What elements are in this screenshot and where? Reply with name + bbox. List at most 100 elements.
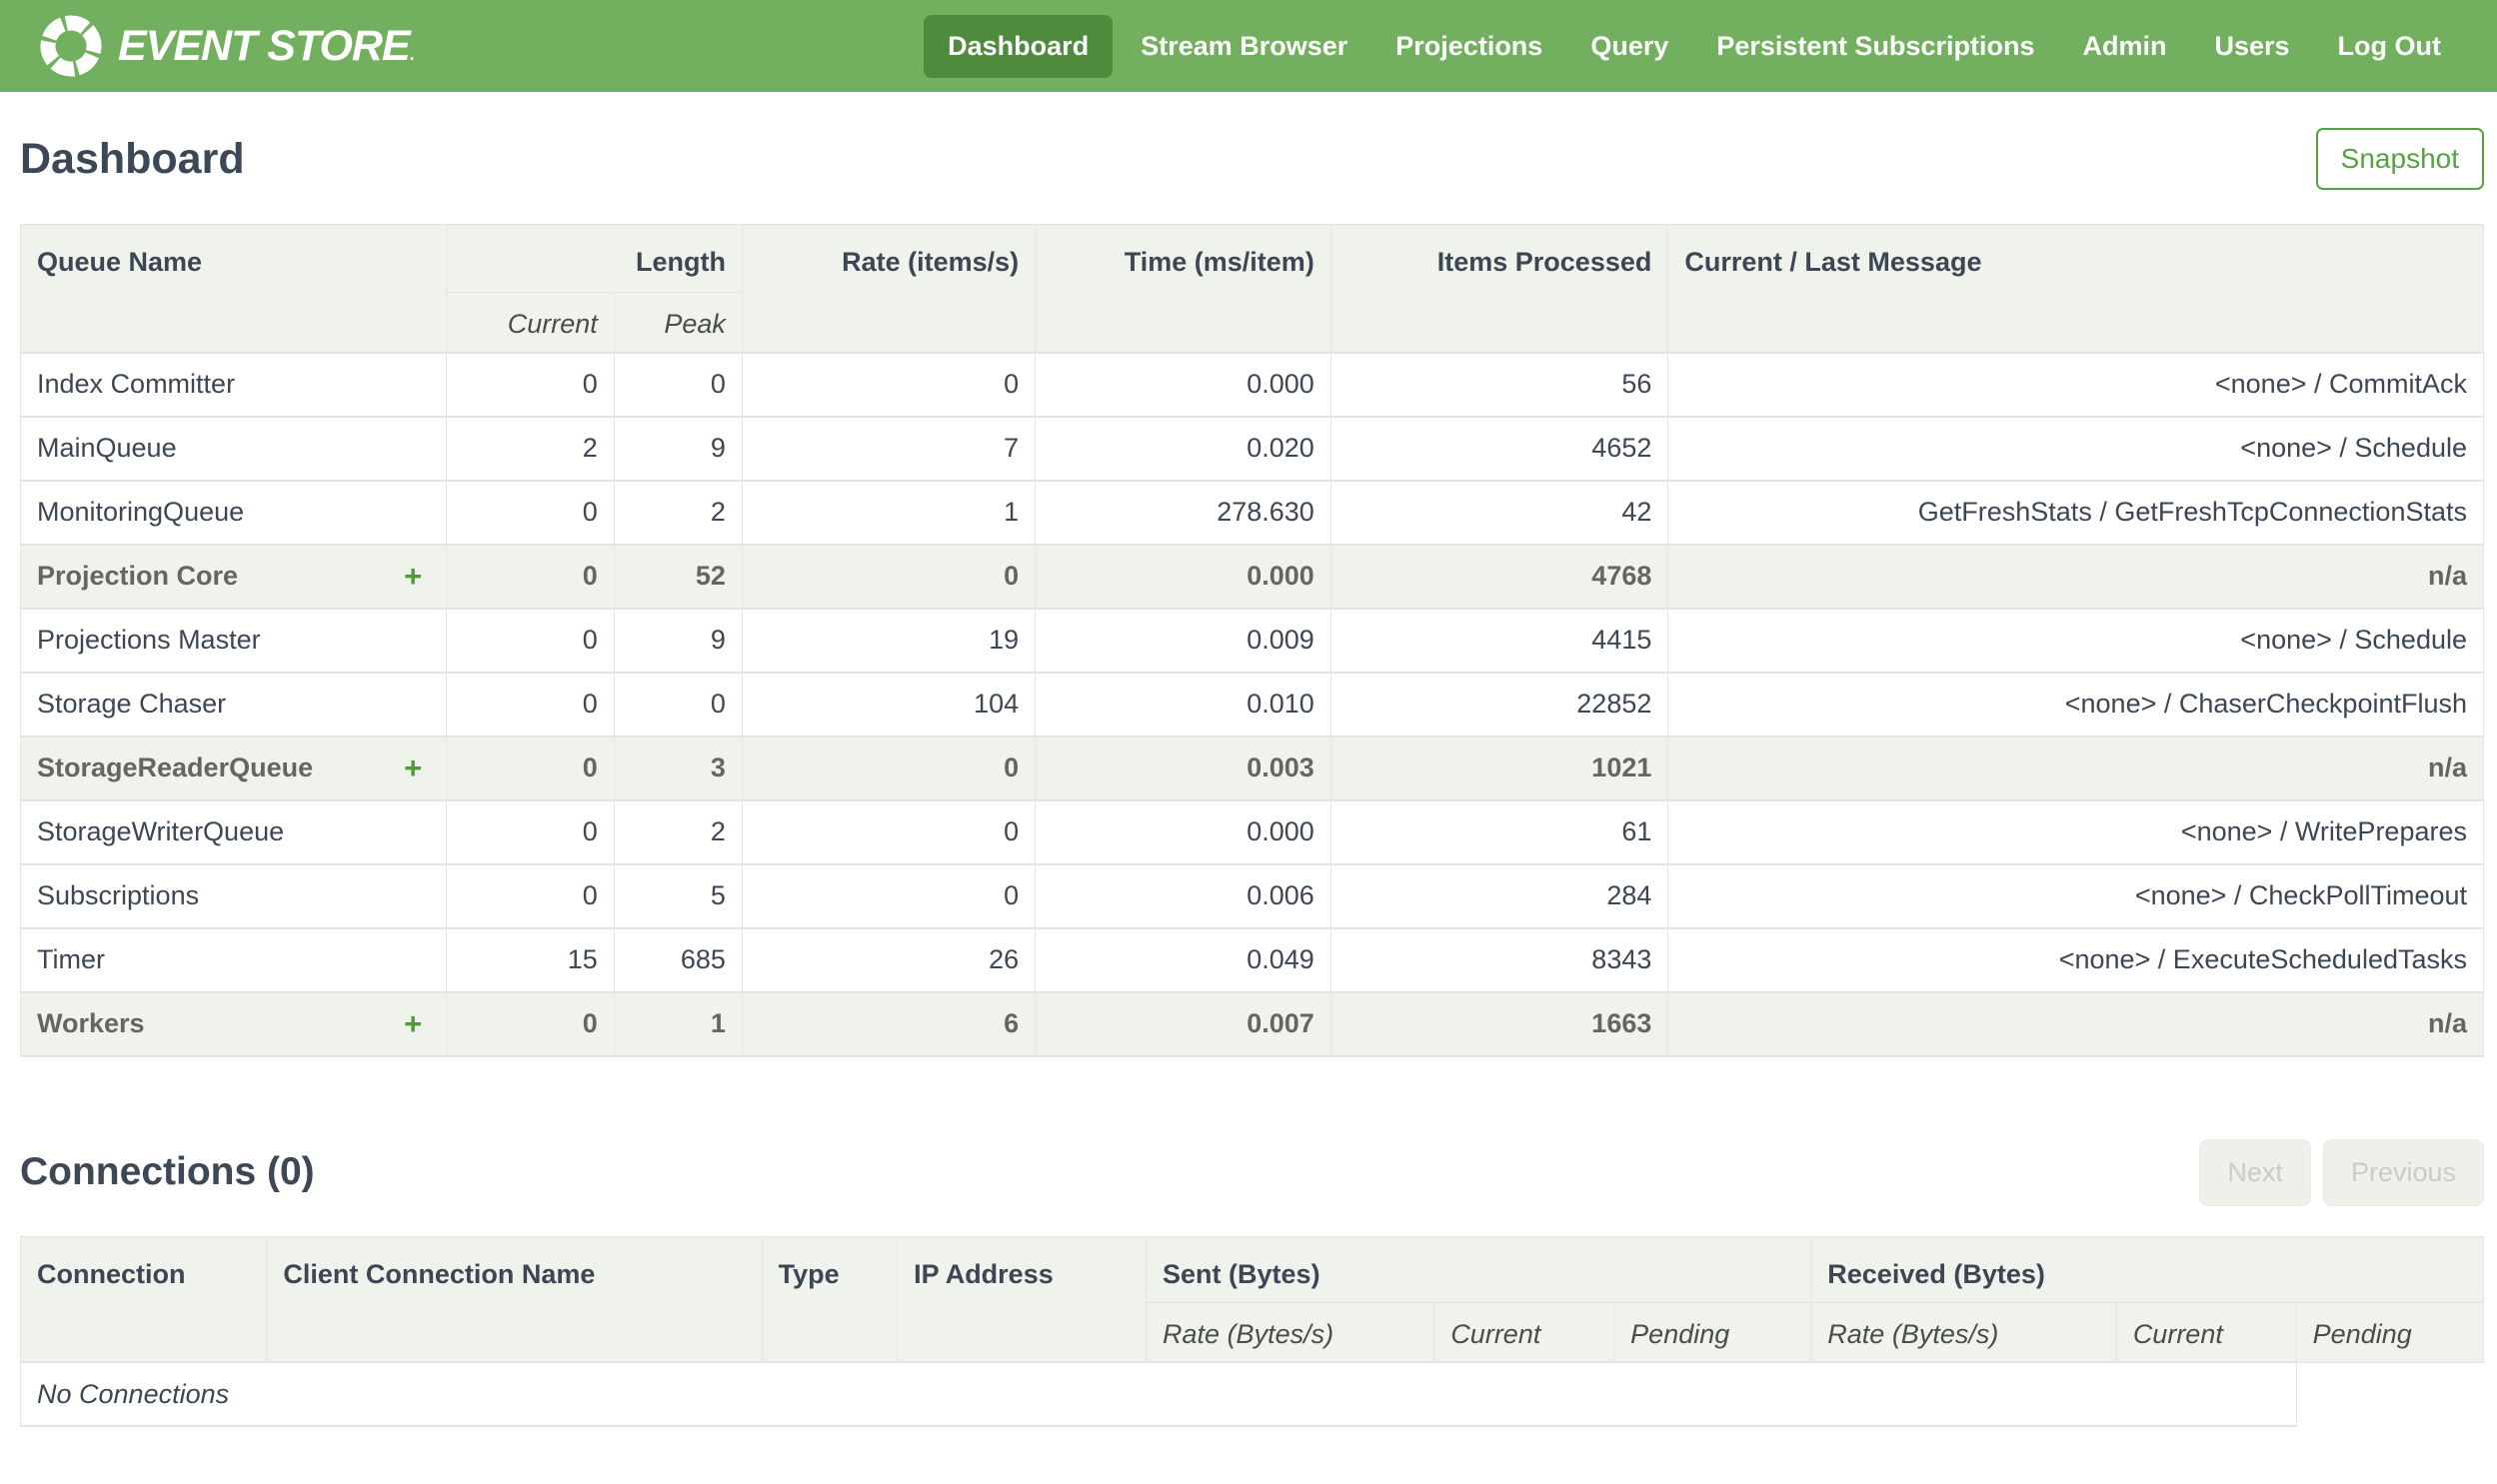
items-processed-cell: 56	[1329, 351, 1669, 418]
message-cell: GetFreshStats / GetFreshTcpConnectionSta…	[1667, 479, 2484, 546]
time-cell: 0.009	[1035, 607, 1331, 674]
rate-cell: 0	[741, 735, 1037, 801]
rate-cell: 0	[741, 862, 1037, 929]
expand-plus-icon[interactable]: +	[404, 752, 422, 783]
col-items-processed: Items Processed	[1329, 224, 1669, 353]
col-length-peak: Peak	[613, 292, 743, 353]
items-processed-cell: 4652	[1329, 415, 1669, 482]
col-sent-current: Current	[1433, 1301, 1615, 1363]
next-button[interactable]: Next	[2199, 1138, 2311, 1206]
col-sent-bytes: Sent (Bytes)	[1146, 1235, 1812, 1303]
nav-item-persistent-subscriptions[interactable]: Persistent Subscriptions	[1696, 15, 2054, 78]
message-cell: <none> / CommitAck	[1667, 351, 2484, 418]
time-cell: 0.010	[1035, 671, 1331, 738]
col-message: Current / Last Message	[1667, 224, 2484, 353]
col-sent-pending: Pending	[1613, 1301, 1812, 1363]
queue-stats-table: Queue Name Length Rate (items/s) Time (m…	[19, 224, 2484, 1057]
table-row: Index Committer 0 0 0 0.000 56 <none> / …	[19, 351, 2484, 418]
queue-name-cell: Storage Chaser	[19, 671, 448, 738]
col-queue-name: Queue Name	[19, 224, 448, 353]
time-cell: 0.000	[1035, 543, 1331, 610]
snapshot-button[interactable]: Snapshot	[2315, 128, 2484, 190]
message-cell: n/a	[1667, 990, 2484, 1057]
length-peak-cell: 9	[613, 607, 743, 674]
nav-item-dashboard[interactable]: Dashboard	[924, 14, 1114, 78]
queue-name-cell: Projections Master	[19, 607, 448, 674]
previous-button[interactable]: Previous	[2322, 1138, 2484, 1206]
rate-cell: 1	[741, 479, 1037, 546]
connections-table-body: No Connections	[20, 1361, 2484, 1427]
length-peak-cell: 3	[613, 735, 743, 801]
top-navbar: EVENT STORE. Dashboard Stream Browser Pr…	[0, 0, 2497, 92]
message-cell: <none> / Schedule	[1667, 607, 2484, 674]
col-time: Time (ms/item)	[1035, 224, 1331, 353]
connections-header: Connections (0) Next Previous	[20, 1138, 2484, 1206]
length-peak-cell: 52	[613, 543, 743, 610]
table-row: Storage Chaser 0 0 104 0.010 22852 <none…	[19, 671, 2484, 738]
table-row: StorageWriterQueue 0 2 0 0.000 61 <none>…	[19, 798, 2484, 865]
nav-item-query[interactable]: Query	[1570, 15, 1688, 78]
col-client-connection-name: Client Connection Name	[266, 1235, 763, 1363]
expand-plus-icon[interactable]: +	[404, 1008, 422, 1039]
nav-item-users[interactable]: Users	[2194, 15, 2309, 78]
time-cell: 0.006	[1035, 862, 1331, 929]
col-type: Type	[761, 1235, 899, 1363]
length-current-cell: 0	[446, 543, 615, 610]
items-processed-cell: 284	[1329, 862, 1669, 929]
table-row: Timer 15 685 26 0.049 8343 <none> / Exec…	[19, 926, 2484, 993]
col-length: Length	[446, 224, 743, 293]
table-row-group: StorageReaderQueue + 0 3 0 0.003 1021 n/…	[19, 735, 2484, 801]
nav-item-log-out[interactable]: Log Out	[2318, 15, 2461, 78]
length-peak-cell: 2	[613, 798, 743, 865]
time-cell: 0.003	[1035, 735, 1331, 801]
rate-cell: 7	[741, 415, 1037, 482]
items-processed-cell: 4768	[1329, 543, 1669, 610]
col-received-pending: Pending	[2295, 1301, 2485, 1363]
rate-cell: 26	[741, 926, 1037, 993]
rate-cell: 104	[741, 671, 1037, 738]
length-current-cell: 0	[446, 607, 615, 674]
col-connection: Connection	[19, 1235, 268, 1363]
queue-name-label: Projection Core	[37, 561, 239, 591]
col-sent-rate: Rate (Bytes/s)	[1146, 1301, 1435, 1363]
page-header: Dashboard Snapshot	[20, 128, 2484, 190]
table-row-group: Projection Core + 0 52 0 0.000 4768 n/a	[19, 543, 2484, 610]
connections-table: Connection Client Connection Name Type I…	[19, 1235, 2485, 1427]
items-processed-cell: 42	[1329, 479, 1669, 546]
brand[interactable]: EVENT STORE.	[38, 13, 415, 79]
nav-item-projections[interactable]: Projections	[1375, 15, 1562, 78]
length-peak-cell: 0	[613, 351, 743, 418]
brand-label: EVENT STORE	[118, 21, 411, 70]
pagination: Next Previous	[2199, 1138, 2484, 1206]
connections-table-header: Connection Client Connection Name Type I…	[19, 1235, 2485, 1363]
event-store-logo-icon	[40, 15, 102, 77]
table-row: MainQueue 2 9 7 0.020 4652 <none> / Sche…	[19, 415, 2484, 482]
items-processed-cell: 4415	[1329, 607, 1669, 674]
table-row: Projections Master 0 9 19 0.009 4415 <no…	[19, 607, 2484, 674]
length-peak-cell: 9	[613, 415, 743, 482]
items-processed-cell: 1663	[1329, 990, 1669, 1057]
time-cell: 0.007	[1035, 990, 1331, 1057]
queue-name-cell: Subscriptions	[19, 862, 448, 929]
expand-plus-icon[interactable]: +	[404, 561, 422, 592]
time-cell: 0.000	[1035, 798, 1331, 865]
length-peak-cell: 2	[613, 479, 743, 546]
rate-cell: 19	[741, 607, 1037, 674]
table-row: Subscriptions 0 5 0 0.006 284 <none> / C…	[19, 862, 2484, 929]
message-cell: <none> / ExecuteScheduledTasks	[1667, 926, 2484, 993]
message-cell: <none> / Schedule	[1667, 415, 2484, 482]
col-received-bytes: Received (Bytes)	[1810, 1235, 2484, 1303]
table-row-group: Workers + 0 1 6 0.007 1663 n/a	[19, 990, 2484, 1057]
queue-name-cell: Timer	[19, 926, 448, 993]
length-current-cell: 0	[446, 798, 615, 865]
page-title: Dashboard	[20, 134, 245, 183]
length-current-cell: 0	[446, 351, 615, 418]
queue-name-cell: StorageReaderQueue +	[19, 735, 448, 801]
time-cell: 0.000	[1035, 351, 1331, 418]
length-peak-cell: 0	[613, 671, 743, 738]
col-rate: Rate (items/s)	[741, 224, 1037, 353]
col-ip-address: IP Address	[897, 1235, 1148, 1363]
col-received-rate: Rate (Bytes/s)	[1810, 1301, 2117, 1363]
nav-item-admin[interactable]: Admin	[2062, 15, 2186, 78]
nav-item-stream-browser[interactable]: Stream Browser	[1121, 15, 1367, 78]
